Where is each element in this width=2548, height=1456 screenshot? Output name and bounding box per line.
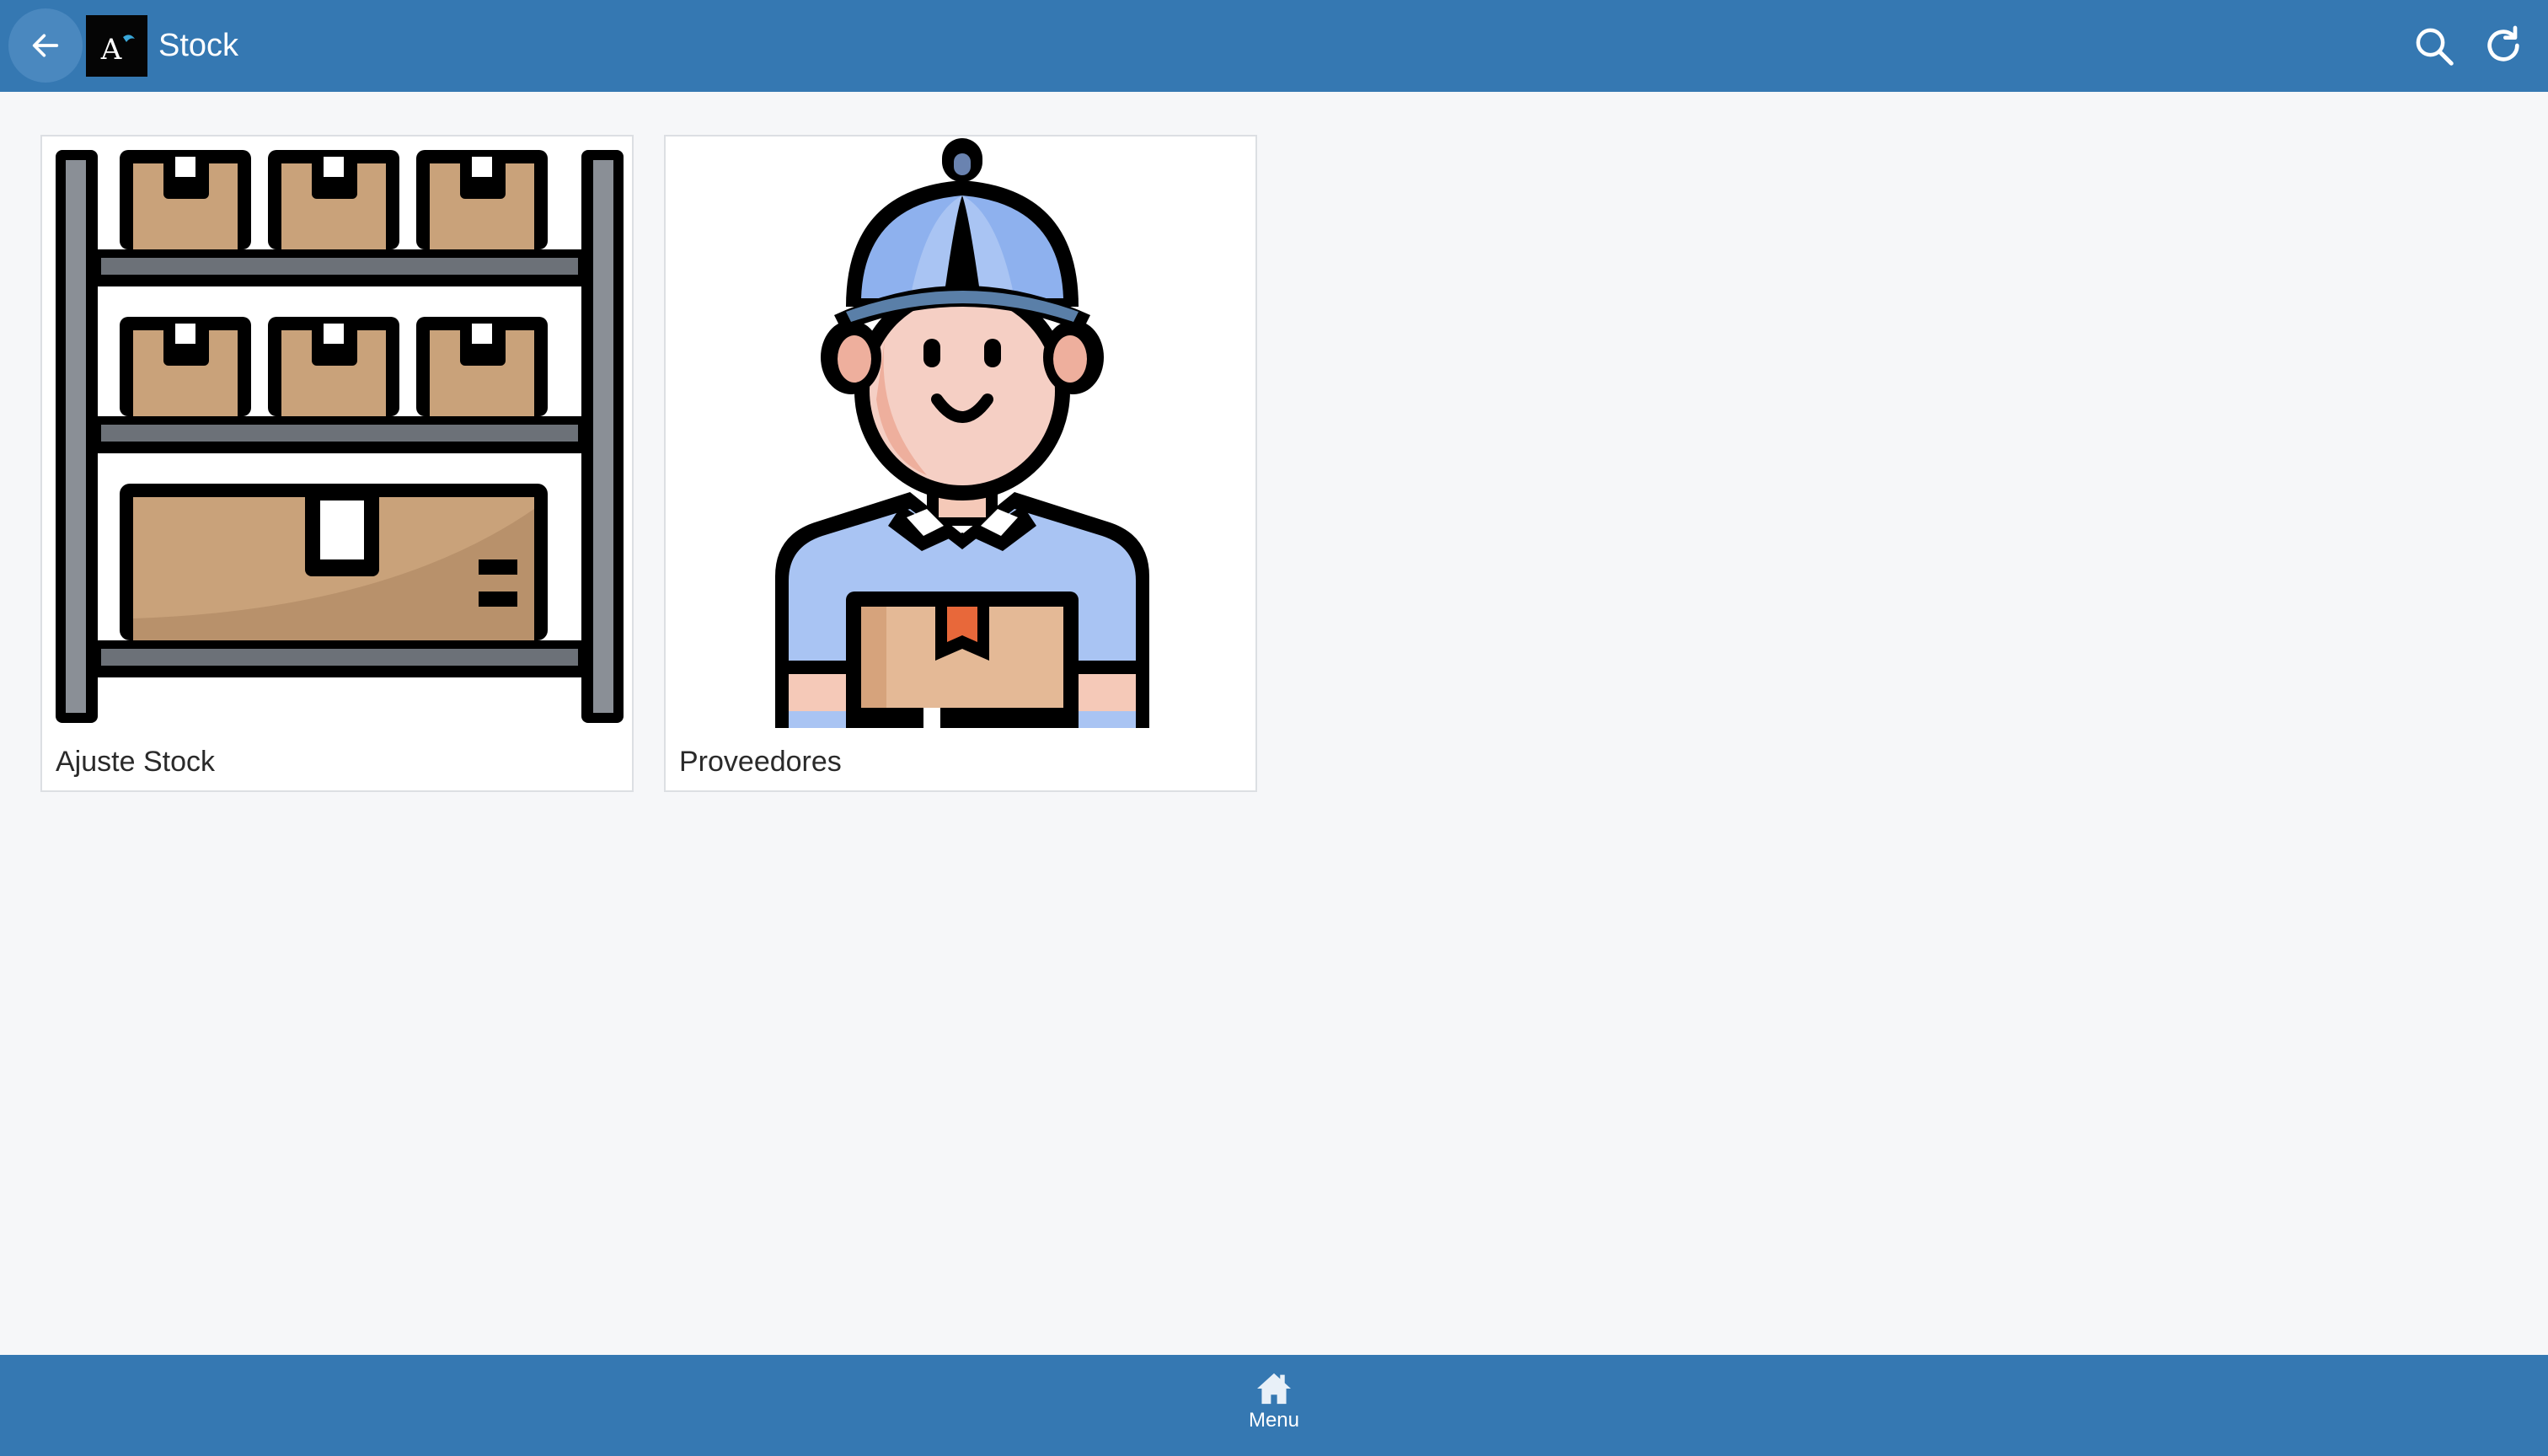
svg-text:A: A: [100, 33, 122, 67]
card-label: Proveedores: [679, 746, 842, 778]
card-ajuste-stock[interactable]: Ajuste Stock: [40, 135, 634, 792]
card-label: Ajuste Stock: [56, 746, 215, 778]
refresh-button[interactable]: [2480, 22, 2527, 69]
card-proveedores[interactable]: Proveedores: [664, 135, 1257, 792]
back-button[interactable]: [8, 8, 83, 83]
search-button[interactable]: [2412, 24, 2457, 69]
menu-label: Menu: [1248, 1409, 1300, 1432]
top-app-bar: A Stock: [0, 0, 2548, 92]
home-icon: [1257, 1373, 1291, 1405]
arrow-left-icon: [32, 34, 59, 57]
nav-tab-menu[interactable]: Menu: [1232, 1372, 1316, 1448]
app-logo: A: [86, 15, 147, 77]
page-title: Stock: [158, 28, 239, 63]
bottom-nav-bar: Menu: [0, 1355, 2548, 1456]
refresh-icon: [2487, 25, 2519, 62]
search-icon: [2416, 28, 2454, 66]
warehouse-shelf-icon: [56, 150, 624, 723]
delivery-person-icon: [775, 138, 1149, 728]
